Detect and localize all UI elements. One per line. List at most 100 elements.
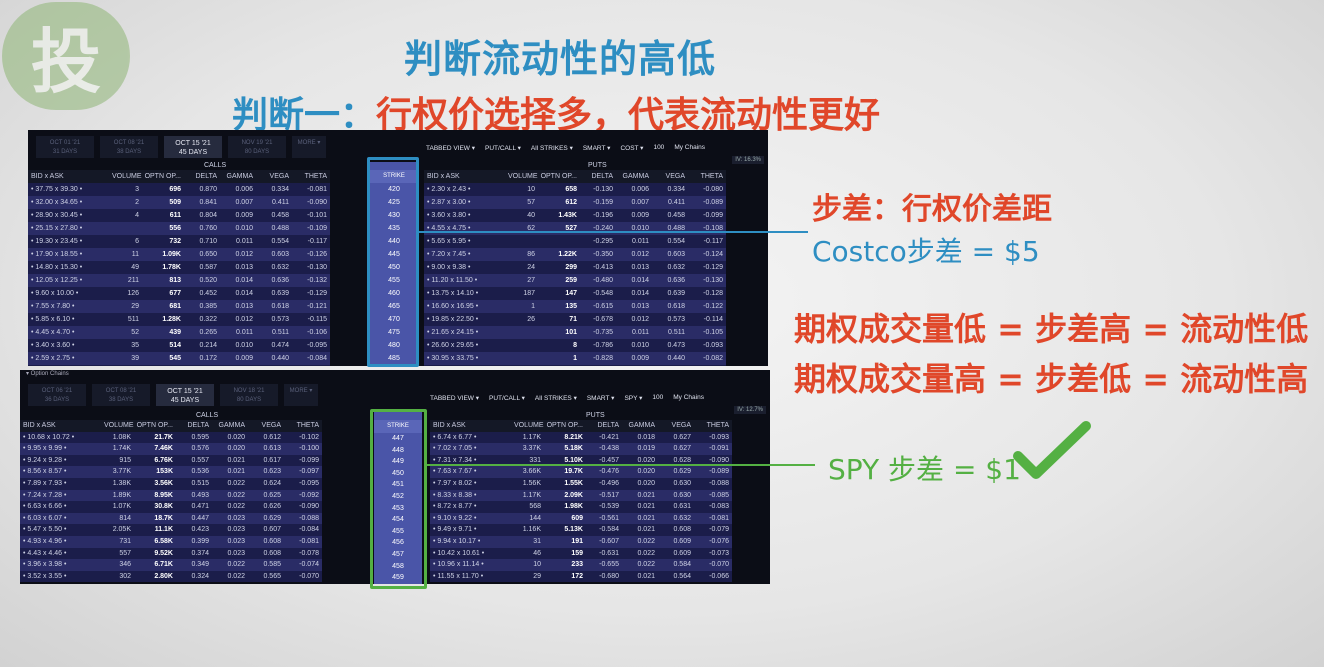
table-row[interactable]: • 5.65 x 5.95 • -0.295 0.011 0.554 -0.117 <box>424 235 726 248</box>
table-row[interactable]: • 7.89 x 7.93 • 1.38K 3.56K 0.515 0.022 0.624… <box>20 477 322 490</box>
column-header[interactable]: DELTA <box>176 420 212 432</box>
table-row[interactable]: • 9.94 x 10.17 • 31 191 -0.607 0.022 0.609 -0.… <box>430 535 732 548</box>
table-row[interactable]: • 4.55 x 4.75 • 62 527 -0.240 0.010 0.488 -0.1… <box>424 222 726 235</box>
more-button[interactable]: MORE ▾ <box>284 384 318 406</box>
column-header[interactable]: VEGA <box>658 420 694 432</box>
column-header[interactable]: THETA <box>284 420 322 432</box>
column-header[interactable]: VOLUME <box>112 170 142 183</box>
table-row[interactable]: • 11.55 x 11.70 • 29 172 -0.680 0.021 0.564 -0… <box>430 570 732 583</box>
table-row[interactable]: • 10.42 x 10.61 • 46 159 -0.631 0.022 0.609 -0… <box>430 547 732 560</box>
table-row[interactable]: • 7.24 x 7.28 • 1.89K 8.95K 0.493 0.022 0.625… <box>20 489 322 502</box>
table-row[interactable]: • 25.15 x 27.80 • 556 0.760 0.010 0.488 -0.10… <box>28 222 330 235</box>
table-row[interactable]: • 9.10 x 9.22 • 144 609 -0.561 0.021 0.632 -0.… <box>430 512 732 525</box>
column-header[interactable]: GAMMA <box>622 420 658 432</box>
toolbar-item[interactable]: TABBED VIEW ▾ <box>426 144 475 152</box>
column-header[interactable]: GAMMA <box>212 420 248 432</box>
column-header[interactable]: VEGA <box>652 170 688 183</box>
table-row[interactable]: • 8.33 x 8.38 • 1.17K 2.09K -0.517 0.021 0.63… <box>430 489 732 502</box>
toolbar-item[interactable]: All STRIKES ▾ <box>531 144 573 152</box>
toolbar-item[interactable]: 100 <box>652 394 663 402</box>
column-header[interactable]: VOLUME <box>514 420 544 432</box>
expiry-tab[interactable]: NOV 19 '21 80 DAYS <box>228 136 286 158</box>
table-row[interactable]: • 1.95 x 2.09 •944890.1380.0070.362-0.07… <box>28 365 330 366</box>
toolbar-item[interactable]: PUT/CALL ▾ <box>485 144 521 152</box>
table-row[interactable]: • 6.03 x 6.07 • 814 18.7K 0.447 0.023 0.629 -0… <box>20 512 322 525</box>
table-row[interactable]: • 5.85 x 6.10 • 511 1.28K 0.322 0.012 0.573 -0… <box>28 313 330 326</box>
expiry-tab[interactable]: OCT 08 '21 38 DAYS <box>100 136 158 158</box>
table-row[interactable]: • 2.59 x 2.75 • 39 545 0.172 0.009 0.440 -0.08… <box>28 352 330 365</box>
column-header[interactable]: OPTN OP... <box>538 170 580 183</box>
table-row[interactable]: • 6.74 x 6.77 • 1.17K 8.21K -0.421 0.018 0.62… <box>430 431 732 444</box>
column-header[interactable]: GAMMA <box>220 170 256 183</box>
expiry-tab[interactable]: OCT 06 '21 36 DAYS <box>28 384 86 406</box>
table-row[interactable]: • 7.55 x 7.80 • 29 681 0.385 0.013 0.618 -0.12… <box>28 300 330 313</box>
table-row[interactable]: • 4.93 x 4.96 • 731 6.58K 0.399 0.023 0.608 -0… <box>20 535 322 548</box>
column-header[interactable]: VEGA <box>248 420 284 432</box>
table-row[interactable]: • 19.85 x 22.50 • 26 71 -0.678 0.012 0.573 -0.… <box>424 313 726 326</box>
table-row[interactable]: • 32.00 x 34.65 • 2 509 0.841 0.007 0.411 -0.0… <box>28 196 330 209</box>
table-row[interactable]: • 7.20 x 7.45 • 86 1.22K -0.350 0.012 0.603 -0… <box>424 248 726 261</box>
column-header[interactable]: DELTA <box>184 170 220 183</box>
table-row[interactable]: • 8.72 x 8.77 • 568 1.98K -0.539 0.021 0.631 -… <box>430 501 732 513</box>
table-row[interactable]: • 5.47 x 5.50 • 2.05K 11.1K 0.423 0.023 0.607… <box>20 524 322 536</box>
table-row[interactable]: • 13.75 x 14.10 • 187 147 -0.548 0.014 0.639 -… <box>424 287 726 300</box>
table-row[interactable]: • 16.60 x 16.95 • 1 135 -0.615 0.013 0.618 -0.… <box>424 300 726 313</box>
column-header[interactable]: GAMMA <box>616 170 652 183</box>
table-row[interactable]: • 3.60 x 3.80 • 40 1.43K -0.196 0.009 0.458 -0… <box>424 209 726 222</box>
toolbar-item[interactable]: PUT/CALL ▾ <box>489 394 525 402</box>
toolbar-item[interactable]: All STRIKES ▾ <box>535 394 577 402</box>
column-header[interactable]: VOLUME <box>104 420 134 432</box>
table-row[interactable]: • 11.20 x 11.50 • 27 259 -0.480 0.014 0.636 -0… <box>424 274 726 287</box>
table-row[interactable]: • 7.02 x 7.05 • 3.37K 5.18K -0.438 0.019 0.62… <box>430 443 732 455</box>
toolbar-item[interactable]: SMART ▾ <box>587 394 615 402</box>
toolbar-item[interactable]: My Chains <box>673 394 704 402</box>
column-header[interactable]: THETA <box>688 170 726 183</box>
table-row[interactable]: • 10.96 x 11.14 • 10 233 -0.655 0.022 0.584 -0… <box>430 559 732 571</box>
table-row[interactable]: • 2.30 x 2.43 • 10 658 -0.130 0.006 0.334 -0.0… <box>424 183 726 196</box>
toolbar-item[interactable]: SPY ▾ <box>624 394 642 402</box>
table-row[interactable]: • 10.68 x 10.72 • 1.08K 21.7K 0.595 0.020 0.6… <box>20 431 322 444</box>
toolbar-item[interactable]: SMART ▾ <box>583 144 611 152</box>
expiry-tab[interactable]: OCT 15 '21 45 DAYS <box>164 136 222 158</box>
expiry-tab[interactable]: OCT 15 '21 45 DAYS <box>156 384 214 406</box>
expiry-tab[interactable]: OCT 08 '21 38 DAYS <box>92 384 150 406</box>
expiry-tab[interactable]: OCT 01 '21 31 DAYS <box>36 136 94 158</box>
column-header[interactable]: BID x ASK <box>20 420 104 432</box>
column-header[interactable]: DELTA <box>580 170 616 183</box>
toolbar-item[interactable]: TABBED VIEW ▾ <box>430 394 479 402</box>
column-header[interactable]: VEGA <box>256 170 292 183</box>
table-row[interactable]: • 3.40 x 3.60 • 35 514 0.214 0.010 0.474 -0.09… <box>28 339 330 352</box>
column-header[interactable]: THETA <box>694 420 732 432</box>
table-row[interactable]: • 4.43 x 4.46 • 557 9.52K 0.374 0.023 0.608 -0… <box>20 547 322 560</box>
table-row[interactable]: • 14.80 x 15.30 • 49 1.78K 0.587 0.013 0.632 -… <box>28 261 330 274</box>
table-row[interactable]: • 3.52 x 3.55 • 302 2.80K 0.324 0.022 0.565 -0… <box>20 570 322 583</box>
column-header[interactable]: THETA <box>292 170 330 183</box>
table-row[interactable]: • 9.49 x 9.71 • 1.16K 5.13K -0.584 0.021 0.60… <box>430 524 732 536</box>
table-row[interactable]: • 8.56 x 8.57 • 3.77K 153K 0.536 0.021 0.623 -… <box>20 466 322 478</box>
table-row[interactable]: • 9.60 x 10.00 • 126 677 0.452 0.014 0.639 -0.… <box>28 287 330 300</box>
table-row[interactable]: • 3.96 x 3.98 • 346 6.71K 0.349 0.022 0.585 -0… <box>20 559 322 571</box>
table-row[interactable]: • 21.65 x 24.15 • 101 -0.735 0.011 0.511 -0.1… <box>424 326 726 339</box>
table-row[interactable]: • 4.45 x 4.70 • 52 439 0.265 0.011 0.511 -0.10… <box>28 326 330 339</box>
toolbar-item[interactable]: COST ▾ <box>620 144 643 152</box>
toolbar-item[interactable]: My Chains <box>674 144 705 152</box>
table-row[interactable]: • 37.75 x 39.30 • 3 696 0.870 0.006 0.334 -0.0… <box>28 183 330 196</box>
table-row[interactable]: • 9.00 x 9.38 • 24 299 -0.413 0.013 0.632 -0.1… <box>424 261 726 274</box>
column-header[interactable]: OPTN OP... <box>134 420 176 432</box>
table-row[interactable]: • 9.95 x 9.99 • 1.74K 7.46K 0.576 0.020 0.613… <box>20 443 322 455</box>
table-row[interactable]: • 12.05 x 12.25 • 211 813 0.520 0.014 0.636 -0… <box>28 274 330 287</box>
more-button[interactable]: MORE ▾ <box>292 136 326 158</box>
toolbar-item[interactable]: 100 <box>653 144 664 152</box>
table-row[interactable]: • 7.97 x 8.02 • 1.56K 1.55K -0.496 0.020 0.63… <box>430 477 732 490</box>
column-header[interactable]: DELTA <box>586 420 622 432</box>
column-header[interactable]: BID x ASK <box>424 170 508 183</box>
table-row[interactable]: • 26.60 x 29.65 • 8 -0.786 0.010 0.473 -0.093 <box>424 339 726 352</box>
table-row[interactable]: • 19.30 x 23.45 • 6 732 0.710 0.011 0.554 -0.1… <box>28 235 330 248</box>
table-row[interactable]: • 7.63 x 7.67 • 3.66K 19.7K -0.476 0.020 0.62… <box>430 466 732 478</box>
column-header[interactable]: BID x ASK <box>430 420 514 432</box>
column-header[interactable]: OPTN OP... <box>142 170 184 183</box>
table-row[interactable]: • 35.25 x 38.10 • 2-0.8630.0070.362-0.071 <box>424 365 726 366</box>
table-row[interactable]: • 6.63 x 6.66 • 1.07K 30.8K 0.471 0.022 0.626… <box>20 501 322 513</box>
table-row[interactable]: • 30.95 x 33.75 • 1 -0.828 0.009 0.440 -0.082 <box>424 352 726 365</box>
table-row[interactable]: • 17.90 x 18.55 • 11 1.09K 0.650 0.012 0.603 -… <box>28 248 330 261</box>
